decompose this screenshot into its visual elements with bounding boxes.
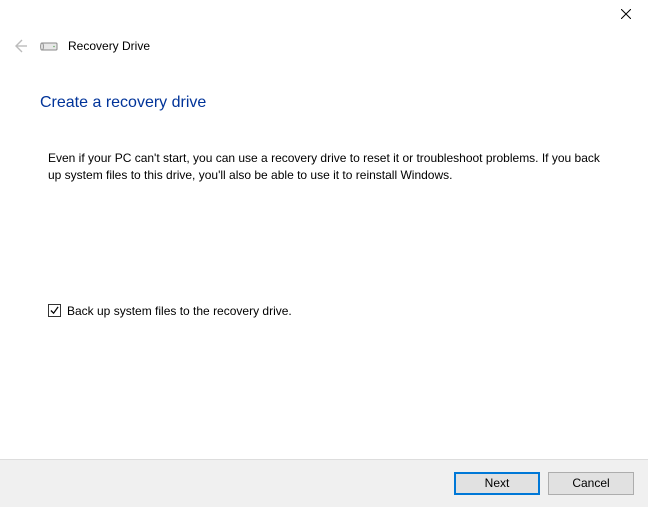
checkmark-icon [50,306,59,315]
drive-icon [40,39,58,53]
backup-checkbox[interactable] [48,304,61,317]
close-icon [621,9,631,19]
content-area: Create a recovery drive Even if your PC … [0,60,648,459]
back-arrow-icon [12,38,28,54]
next-button[interactable]: Next [454,472,540,495]
back-button[interactable] [10,36,30,56]
footer: Next Cancel [0,459,648,507]
close-button[interactable] [603,0,648,28]
titlebar [0,0,648,30]
backup-checkbox-row[interactable]: Back up system files to the recovery dri… [48,304,608,318]
backup-checkbox-label: Back up system files to the recovery dri… [67,304,292,318]
header: Recovery Drive [0,30,648,60]
cancel-button[interactable]: Cancel [548,472,634,495]
recovery-drive-wizard: Recovery Drive Create a recovery drive E… [0,0,648,507]
page-description: Even if your PC can't start, you can use… [48,150,608,184]
page-heading: Create a recovery drive [40,94,608,112]
window-title: Recovery Drive [68,39,150,53]
